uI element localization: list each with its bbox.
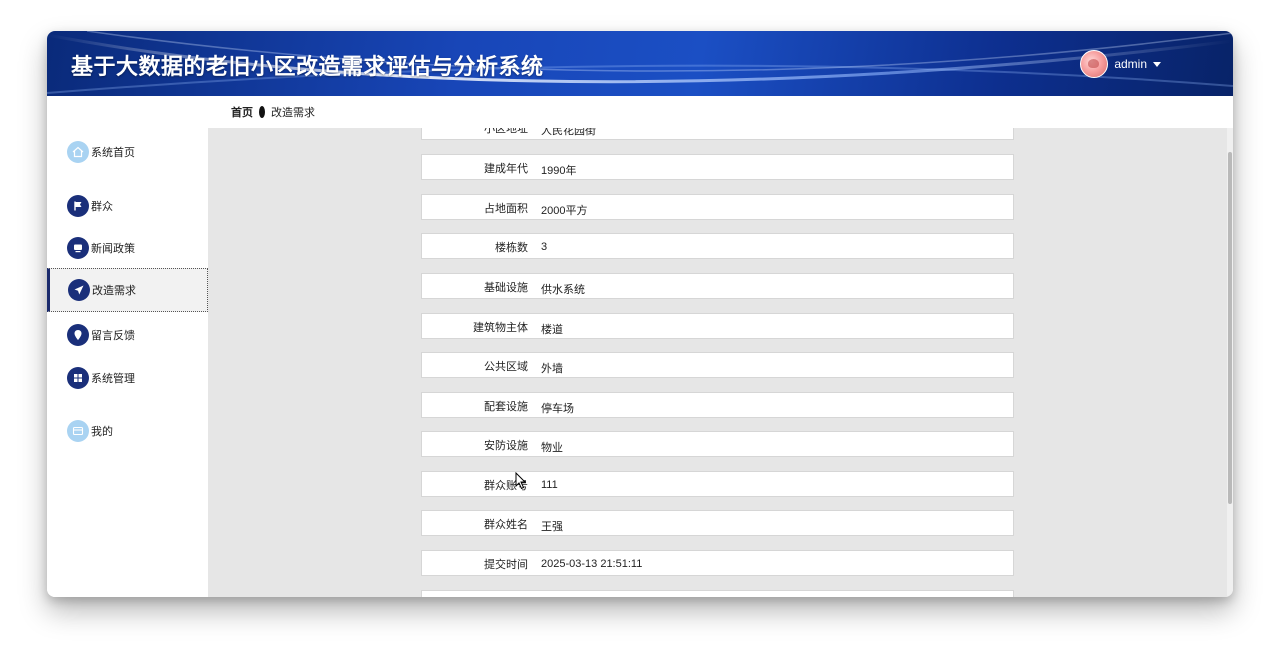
form-row-building-count: 楼栋数 3: [421, 233, 1014, 259]
field-label: 小区地址: [484, 128, 528, 135]
sidebar: 系统首页 群众 新闻政策 改造需求 留言反馈 系统管理 我的: [47, 128, 208, 597]
sidebar-item-label: 改造需求: [92, 285, 136, 297]
field-label: 基础设施: [484, 282, 528, 294]
breadcrumb-separator-icon: [259, 106, 265, 118]
field-label: 楼栋数: [495, 242, 528, 254]
sidebar-item-label: 我的: [91, 426, 113, 438]
form-row-area: 占地面积 2000平方: [421, 194, 1014, 220]
home-icon: [67, 141, 89, 163]
scrollbar-thumb[interactable]: [1228, 152, 1232, 504]
form-row-account: 群众账号 111: [421, 471, 1014, 497]
sidebar-item-label: 留言反馈: [91, 330, 135, 342]
field-value: 外墙: [541, 363, 563, 375]
chevron-down-icon[interactable]: [1153, 61, 1161, 67]
form-row-infrastructure: 基础设施 供水系统: [421, 273, 1014, 299]
breadcrumb-bar: 首页 改造需求: [47, 96, 1233, 128]
field-value: 3: [541, 241, 548, 253]
form-row-building-body: 建筑物主体 楼道: [421, 313, 1014, 339]
grid-icon: [67, 367, 89, 389]
sidebar-item-home[interactable]: 系统首页: [47, 130, 208, 174]
form-row-address: 小区地址 人民花园街: [421, 128, 1014, 140]
user-menu[interactable]: admin: [1080, 50, 1161, 78]
field-label: 安防设施: [484, 440, 528, 452]
field-value: 停车场: [541, 403, 574, 415]
detail-panel: 小区地址 人民花园街 建成年代 1990年 占地面积 2000平方 楼栋数 3 …: [208, 128, 1233, 597]
form-row-public-area: 公共区域 外墙: [421, 352, 1014, 378]
monitor-icon: [67, 237, 89, 259]
sidebar-item-system[interactable]: 系统管理: [47, 356, 208, 400]
field-value: 供水系统: [541, 284, 585, 296]
form-row-built-year: 建成年代 1990年: [421, 154, 1014, 180]
field-label: 提交时间: [484, 559, 528, 571]
field-value: 2000平方: [541, 205, 588, 217]
form-row-facilities: 配套设施 停车场: [421, 392, 1014, 418]
sidebar-item-label: 系统管理: [91, 373, 135, 385]
send-icon: [68, 279, 90, 301]
form-row-submit-time: 提交时间 2025-03-13 21:51:11: [421, 550, 1014, 576]
field-label: 群众账号: [484, 480, 528, 492]
sidebar-item-label: 系统首页: [91, 147, 135, 159]
field-label: 配套设施: [484, 401, 528, 413]
breadcrumb: 首页 改造需求: [231, 104, 315, 120]
sidebar-item-people[interactable]: 群众: [47, 184, 208, 228]
app-title: 基于大数据的老旧小区改造需求评估与分析系统: [71, 55, 544, 80]
sidebar-item-label: 群众: [91, 201, 113, 213]
breadcrumb-current: 改造需求: [271, 107, 315, 119]
field-label: 占地面积: [484, 203, 528, 215]
form-row-next: [421, 590, 1014, 597]
field-label: 建筑物主体: [473, 322, 528, 334]
username[interactable]: admin: [1114, 57, 1147, 71]
field-label: 群众姓名: [484, 519, 528, 531]
mouse-cursor-icon: [515, 472, 527, 490]
card-icon: [67, 420, 89, 442]
sidebar-item-mine[interactable]: 我的: [47, 409, 208, 453]
field-label: 公共区域: [484, 361, 528, 373]
avatar[interactable]: [1080, 50, 1109, 78]
field-value: 2025-03-13 21:51:11: [541, 558, 643, 570]
field-value: 111: [541, 479, 558, 491]
form-row-name: 群众姓名 王强: [421, 510, 1014, 536]
field-value: 楼道: [541, 324, 563, 336]
pin-icon: [67, 324, 89, 346]
field-label: 建成年代: [484, 163, 528, 175]
field-value: 物业: [541, 442, 563, 454]
sidebar-item-label: 新闻政策: [91, 243, 135, 255]
field-value: 1990年: [541, 165, 577, 177]
field-value: 王强: [541, 521, 563, 533]
form-row-security: 安防设施 物业: [421, 431, 1014, 457]
app-header: 基于大数据的老旧小区改造需求评估与分析系统 admin: [47, 31, 1233, 96]
page-scrollbar[interactable]: [1227, 128, 1233, 597]
sidebar-item-renovation[interactable]: 改造需求: [47, 268, 208, 312]
flag-icon: [67, 195, 89, 217]
app-window: 基于大数据的老旧小区改造需求评估与分析系统 admin 首页 改造需求 系统首页…: [47, 31, 1233, 597]
sidebar-item-news[interactable]: 新闻政策: [47, 226, 208, 270]
breadcrumb-home[interactable]: 首页: [231, 104, 253, 120]
sidebar-item-feedback[interactable]: 留言反馈: [47, 313, 208, 357]
field-value: 人民花园街: [541, 128, 596, 137]
